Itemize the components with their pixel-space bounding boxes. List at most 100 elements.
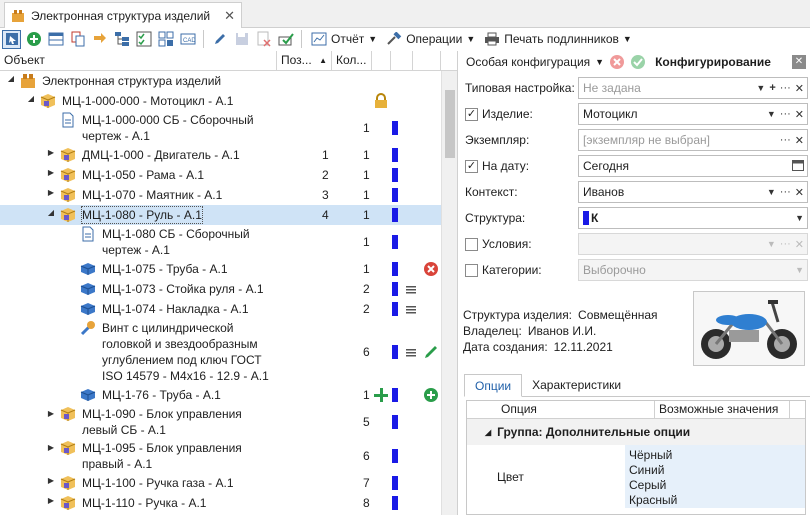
tree-icon[interactable]	[112, 30, 131, 49]
confirm-circle-icon[interactable]	[630, 54, 646, 70]
tree-row[interactable]: ▶ МЦ-1-110 - Ручка - А.1 8	[0, 493, 441, 513]
checklist-icon[interactable]	[134, 30, 153, 49]
add-icon[interactable]	[423, 387, 439, 406]
tree-node[interactable]: Электронная структура изделий	[20, 73, 221, 89]
expand-icon[interactable]: ▶	[46, 148, 56, 157]
tree-node[interactable]: МЦ-1-073 - Стойка руля - А.1	[80, 281, 264, 297]
config-field-input[interactable]: К ▼	[578, 207, 808, 229]
tree-node[interactable]: Винт с цилиндрической головкой и звездоо…	[80, 320, 269, 384]
column-status[interactable]	[391, 51, 413, 70]
field-actions[interactable]	[792, 159, 807, 174]
tree-row[interactable]: ◢ МЦ-1-080 - Руль - А.1 4 1	[0, 205, 441, 225]
remove-icon[interactable]	[423, 261, 439, 280]
tree-node[interactable]: МЦ-1-075 - Труба - А.1	[80, 261, 228, 277]
tree-node[interactable]: ДМЦ-1-000 - Двигатель - А.1	[60, 147, 240, 163]
config-field-input[interactable]: Выборочно ▼	[578, 259, 808, 281]
cad-icon[interactable]: CAD	[178, 30, 197, 49]
tree-row[interactable]: ◢ МЦ-1-000-000 - Мотоцикл - А.1	[0, 91, 441, 111]
vertical-scrollbar[interactable]	[441, 71, 457, 515]
tree-row[interactable]: ◢ Электронная структура изделий	[0, 71, 441, 91]
tree-row[interactable]: МЦ-1-000-000 СБ - Сборочный чертеж - А.1…	[0, 111, 441, 145]
collapse-icon[interactable]: ◢	[46, 208, 56, 217]
checkbox[interactable]: ✓	[465, 159, 478, 173]
operations-menu[interactable]: Операции ▼	[383, 29, 478, 49]
menu-icon[interactable]	[405, 344, 417, 363]
special-config-label[interactable]: Особая конфигурация	[466, 55, 590, 69]
tree-node[interactable]: МЦ-1-074 - Накладка - А.1	[80, 301, 249, 317]
tree-row[interactable]: ▶ МЦ-1-100 - Ручка газа - А.1 7	[0, 473, 441, 493]
tree-row[interactable]: ▶ МЦ-1-095 - Блок управления правый - А.1…	[0, 439, 441, 473]
select-mode-button[interactable]	[2, 29, 21, 49]
tree-row[interactable]: МЦ-1-075 - Труба - А.1 1	[0, 259, 441, 279]
tree-node[interactable]: МЦ-1-095 - Блок управления правый - А.1	[60, 440, 242, 472]
tree-row[interactable]: ▶ МЦ-1-070 - Маятник - А.1 3 1	[0, 185, 441, 205]
config-field-input[interactable]: ▼ ··· ✕	[578, 233, 808, 255]
checkbox[interactable]	[465, 237, 478, 251]
option-row[interactable]: Цвет Чёрный Синий Серый Красный	[467, 445, 805, 508]
tree-row[interactable]: ▶ ДМЦ-1-000 - Двигатель - А.1 1 1	[0, 145, 441, 165]
edit-icon[interactable]	[423, 344, 439, 363]
print-menu[interactable]: Печать подлинников ▼	[481, 29, 635, 49]
field-actions[interactable]: ▼	[795, 213, 807, 223]
expand-icon[interactable]: ▶	[46, 443, 56, 452]
expand-icon[interactable]: ▶	[46, 188, 56, 197]
config-field-input[interactable]: Иванов ▼ ··· ✕	[578, 181, 808, 203]
tree-node[interactable]: МЦ-1-000-000 - Мотоцикл - А.1	[40, 93, 233, 109]
tree-row[interactable]: ▶ МЦ-1-050 - Рама - А.1 2 1	[0, 165, 441, 185]
tab-characteristics[interactable]: Характеристики	[522, 374, 631, 396]
option-group[interactable]: ◢ Группа: Дополнительные опции	[467, 419, 805, 445]
tree-node[interactable]: МЦ-1-100 - Ручка газа - А.1	[60, 475, 234, 491]
add-button[interactable]	[24, 30, 43, 49]
dropdown-arrow-icon[interactable]: ▼	[595, 57, 604, 67]
copy-icon[interactable]	[68, 30, 87, 49]
close-icon[interactable]: ✕	[792, 55, 806, 69]
collapse-icon[interactable]: ◢	[6, 74, 16, 83]
tree-node[interactable]: МЦ-1-070 - Маятник - А.1	[60, 187, 222, 203]
tree-node[interactable]: МЦ-1-090 - Блок управления левый СБ - А.…	[60, 406, 242, 438]
expand-icon[interactable]: ▶	[46, 168, 56, 177]
save-icon[interactable]	[232, 30, 251, 49]
tree-node[interactable]: МЦ-1-76 - Труба - А.1	[80, 387, 221, 403]
tree-row[interactable]: МЦ-1-080 СБ - Сборочный чертеж - А.1 1	[0, 225, 441, 259]
tree-row[interactable]: ▶ МЦ-1-090 - Блок управления левый СБ - А…	[0, 405, 441, 439]
tree-node[interactable]: МЦ-1-110 - Ручка - А.1	[60, 495, 206, 511]
field-actions[interactable]: ··· ✕	[780, 134, 807, 147]
menu-icon[interactable]	[405, 301, 417, 320]
collapse-icon[interactable]: ◢	[26, 94, 36, 103]
expand-icon[interactable]: ▶	[46, 409, 56, 418]
field-actions[interactable]: ▼ ··· ✕	[767, 108, 807, 121]
config-field-input[interactable]: Мотоцикл ▼ ··· ✕	[578, 103, 808, 125]
checkbox[interactable]: ✓	[465, 107, 478, 121]
config-field-input[interactable]: Сегодня	[578, 155, 808, 177]
tree-row[interactable]: МЦ-1-073 - Стойка руля - А.1 2	[0, 279, 441, 299]
scrollbar-thumb[interactable]	[445, 90, 455, 158]
config-field-input[interactable]: Не задана ▼ + ··· ✕	[578, 77, 808, 99]
column-option[interactable]: Опция	[497, 401, 655, 418]
checkbox[interactable]	[465, 263, 478, 277]
field-actions[interactable]: ▼ ··· ✕	[767, 238, 807, 251]
approve-icon[interactable]	[276, 30, 295, 49]
column-values[interactable]: Возможные значения	[655, 401, 790, 418]
field-actions[interactable]: ▼ ··· ✕	[767, 186, 807, 199]
field-actions[interactable]: ▼ + ··· ✕	[756, 82, 807, 95]
menu-icon[interactable]	[405, 281, 417, 300]
edit-icon[interactable]	[210, 30, 229, 49]
expand-icon[interactable]: ▶	[46, 496, 56, 505]
tree-node[interactable]: МЦ-1-080 - Руль - А.1	[60, 206, 203, 224]
column-pos[interactable]: Поз... ▲	[277, 51, 332, 70]
column-object[interactable]: Объект	[0, 51, 277, 70]
tree-row[interactable]: МЦ-1-76 - Труба - А.1 1	[0, 385, 441, 405]
tree-node[interactable]: МЦ-1-000-000 СБ - Сборочный чертеж - А.1	[60, 112, 254, 144]
tree-row[interactable]: Винт с цилиндрической головкой и звездоо…	[0, 319, 441, 385]
expand-icon[interactable]: ▶	[46, 476, 56, 485]
document-tab[interactable]: Электронная структура изделий ✕	[4, 2, 242, 28]
column-qty[interactable]: Кол...	[332, 51, 372, 70]
swap-icon[interactable]	[90, 30, 109, 49]
config-field-input[interactable]: [экземпляр не выбран] ··· ✕	[578, 129, 808, 151]
close-icon[interactable]: ✕	[224, 8, 235, 24]
tree-node[interactable]: МЦ-1-080 СБ - Сборочный чертеж - А.1	[80, 226, 250, 258]
cancel-edit-icon[interactable]	[254, 30, 273, 49]
table-icon[interactable]	[46, 30, 65, 49]
column-flag[interactable]	[372, 51, 391, 70]
tab-options[interactable]: Опции	[464, 374, 523, 397]
